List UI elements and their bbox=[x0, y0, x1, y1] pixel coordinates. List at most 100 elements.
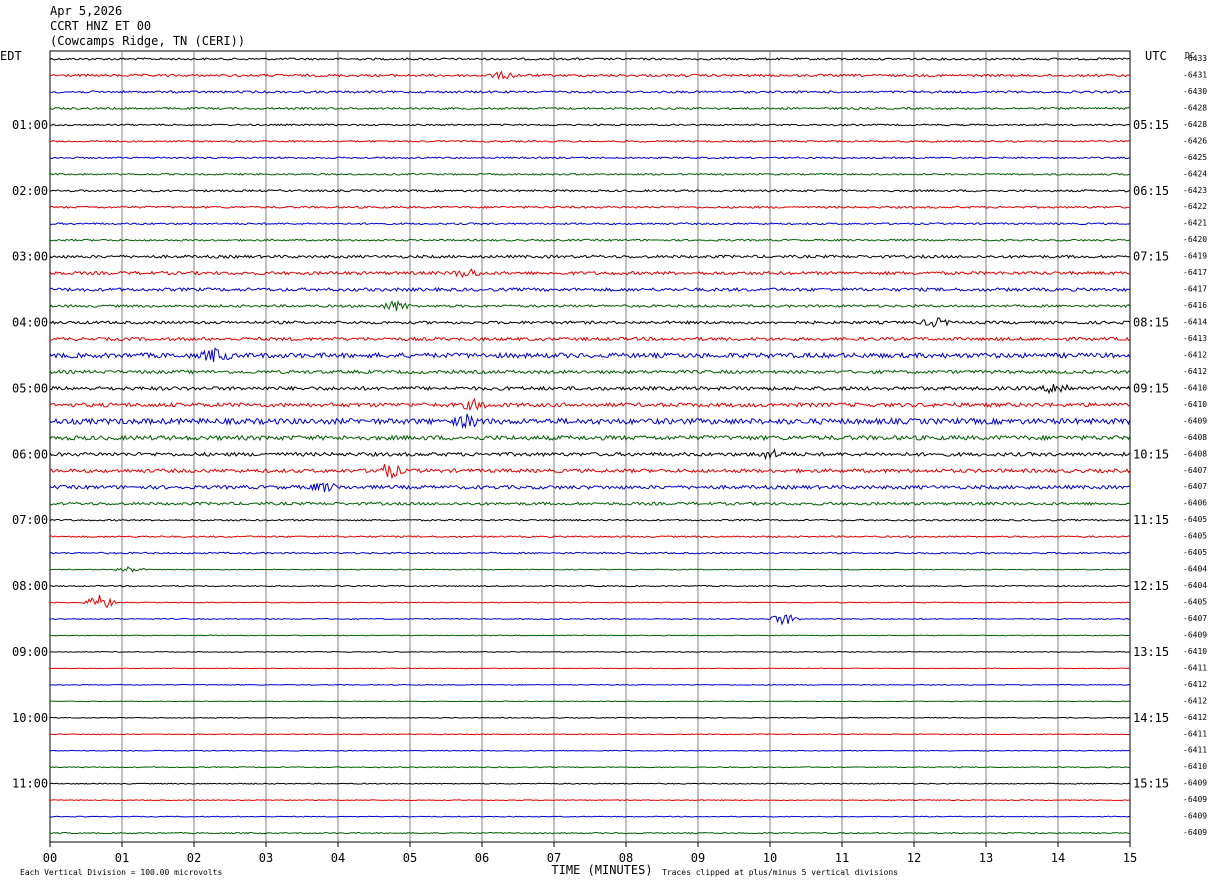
seismic-trace bbox=[49, 594, 1131, 609]
seismic-trace bbox=[49, 464, 1131, 480]
left-hour-label: 05:00 bbox=[12, 381, 48, 395]
seismic-trace bbox=[49, 254, 1131, 259]
x-tick-label: 09 bbox=[691, 851, 705, 865]
seismic-trace bbox=[49, 733, 1131, 736]
seismic-trace bbox=[49, 238, 1131, 242]
seismic-trace bbox=[49, 383, 1131, 395]
right-hour-label: 07:15 bbox=[1133, 250, 1169, 264]
seismic-trace bbox=[49, 584, 1131, 588]
dc-offset-label: -6409 bbox=[1183, 779, 1207, 788]
dc-offset-label: -6421 bbox=[1183, 219, 1207, 228]
dc-offset-label: -6412 bbox=[1183, 713, 1207, 722]
seismic-trace bbox=[49, 369, 1131, 375]
seismic-trace bbox=[49, 317, 1131, 328]
seismic-trace bbox=[49, 286, 1131, 293]
seismic-trace bbox=[49, 782, 1131, 785]
seismic-trace bbox=[49, 815, 1131, 818]
dc-offset-label: -6412 bbox=[1183, 367, 1207, 376]
seismic-trace bbox=[49, 397, 1131, 412]
dc-offset-label: -6424 bbox=[1183, 169, 1207, 178]
left-hour-label: 11:00 bbox=[12, 777, 48, 791]
right-hour-label: 05:15 bbox=[1133, 118, 1169, 132]
dc-offset-label: -6430 bbox=[1183, 87, 1207, 96]
left-hour-label: 04:00 bbox=[12, 316, 48, 330]
dc-offset-label: -6409 bbox=[1183, 828, 1207, 837]
seismic-trace bbox=[49, 205, 1131, 209]
seismic-trace bbox=[49, 634, 1131, 637]
seismic-trace bbox=[49, 614, 1131, 626]
x-axis-label: TIME (MINUTES) bbox=[551, 863, 652, 877]
dc-offset-label: -6405 bbox=[1183, 532, 1207, 541]
left-hour-label: 02:00 bbox=[12, 184, 48, 198]
x-tick-label: 11 bbox=[835, 851, 849, 865]
dc-offset-label: -6423 bbox=[1183, 186, 1207, 195]
dc-offset-label: -6405 bbox=[1183, 598, 1207, 607]
dc-offset-label: -6410 bbox=[1183, 762, 1207, 771]
seismic-trace bbox=[49, 222, 1131, 226]
seismic-trace bbox=[49, 501, 1131, 506]
dc-offset-label: -6407 bbox=[1183, 482, 1207, 491]
x-tick-label: 04 bbox=[331, 851, 345, 865]
dc-header-label: DC bbox=[1185, 51, 1195, 60]
seismic-trace bbox=[49, 434, 1131, 442]
dc-offset-label: -6428 bbox=[1183, 103, 1207, 112]
x-tick-label: 14 bbox=[1051, 851, 1065, 865]
seismic-trace bbox=[49, 749, 1131, 752]
seismic-trace bbox=[49, 535, 1131, 539]
x-tick-label: 02 bbox=[187, 851, 201, 865]
dc-offset-label: -6409 bbox=[1183, 416, 1207, 425]
x-tick-label: 10 bbox=[763, 851, 777, 865]
footer-clip-note: Traces clipped at plus/minus 5 vertical … bbox=[662, 868, 898, 877]
seismic-trace bbox=[49, 716, 1131, 719]
dc-offset-label: -6405 bbox=[1183, 515, 1207, 524]
seismic-trace bbox=[49, 518, 1131, 522]
dc-offset-label: -6407 bbox=[1183, 466, 1207, 475]
left-hour-label: 10:00 bbox=[12, 711, 48, 725]
dc-offset-label: -6413 bbox=[1183, 334, 1207, 343]
right-hour-label: 15:15 bbox=[1133, 777, 1169, 791]
x-tick-label: 13 bbox=[979, 851, 993, 865]
seismic-trace bbox=[49, 565, 1131, 573]
dc-offset-label: -6406 bbox=[1183, 499, 1207, 508]
left-hour-label: 01:00 bbox=[12, 118, 48, 132]
seismic-trace bbox=[49, 347, 1131, 362]
footer-scale-note: Each Vertical Division = 100.00 microvol… bbox=[20, 868, 222, 877]
seismic-trace bbox=[49, 106, 1131, 111]
dc-offset-label: -6404 bbox=[1183, 565, 1207, 574]
dc-offset-label: -6425 bbox=[1183, 153, 1207, 162]
right-hour-label: 06:15 bbox=[1133, 184, 1169, 198]
left-hour-label: 07:00 bbox=[12, 513, 48, 527]
right-hour-label: 14:15 bbox=[1133, 711, 1169, 725]
dc-offset-label: -6412 bbox=[1183, 696, 1207, 705]
left-hour-label: 03:00 bbox=[12, 250, 48, 264]
dc-offset-label: -6411 bbox=[1183, 663, 1207, 672]
seismic-trace bbox=[49, 683, 1131, 686]
right-hour-label: 12:15 bbox=[1133, 579, 1169, 593]
dc-offset-label: -6412 bbox=[1183, 350, 1207, 359]
dc-offset-label: -6410 bbox=[1183, 383, 1207, 392]
seismic-trace bbox=[49, 766, 1131, 769]
dc-offset-label: -6407 bbox=[1183, 614, 1207, 623]
seismic-trace bbox=[49, 667, 1131, 670]
seismic-trace bbox=[49, 57, 1131, 61]
right-hour-label: 11:15 bbox=[1133, 513, 1169, 527]
dc-offset-label: -6404 bbox=[1183, 581, 1207, 590]
seismic-trace bbox=[49, 336, 1131, 342]
dc-offset-label: -6411 bbox=[1183, 746, 1207, 755]
right-hour-label: 08:15 bbox=[1133, 316, 1169, 330]
seismic-trace bbox=[49, 650, 1131, 653]
x-tick-label: 12 bbox=[907, 851, 921, 865]
dc-offset-label: -6408 bbox=[1183, 433, 1207, 442]
seismic-trace bbox=[49, 70, 1131, 81]
dc-offset-label: -6420 bbox=[1183, 235, 1207, 244]
seismic-trace bbox=[49, 299, 1131, 312]
dc-offset-label: -6412 bbox=[1183, 680, 1207, 689]
dc-offset-label: -6411 bbox=[1183, 729, 1207, 738]
left-hour-label: 06:00 bbox=[12, 447, 48, 461]
seismic-trace bbox=[49, 448, 1131, 461]
seismic-trace bbox=[49, 482, 1131, 493]
dc-offset-label: -6408 bbox=[1183, 449, 1207, 458]
right-hour-label: 09:15 bbox=[1133, 381, 1169, 395]
seismic-trace bbox=[49, 831, 1131, 835]
seismic-trace bbox=[49, 268, 1131, 279]
